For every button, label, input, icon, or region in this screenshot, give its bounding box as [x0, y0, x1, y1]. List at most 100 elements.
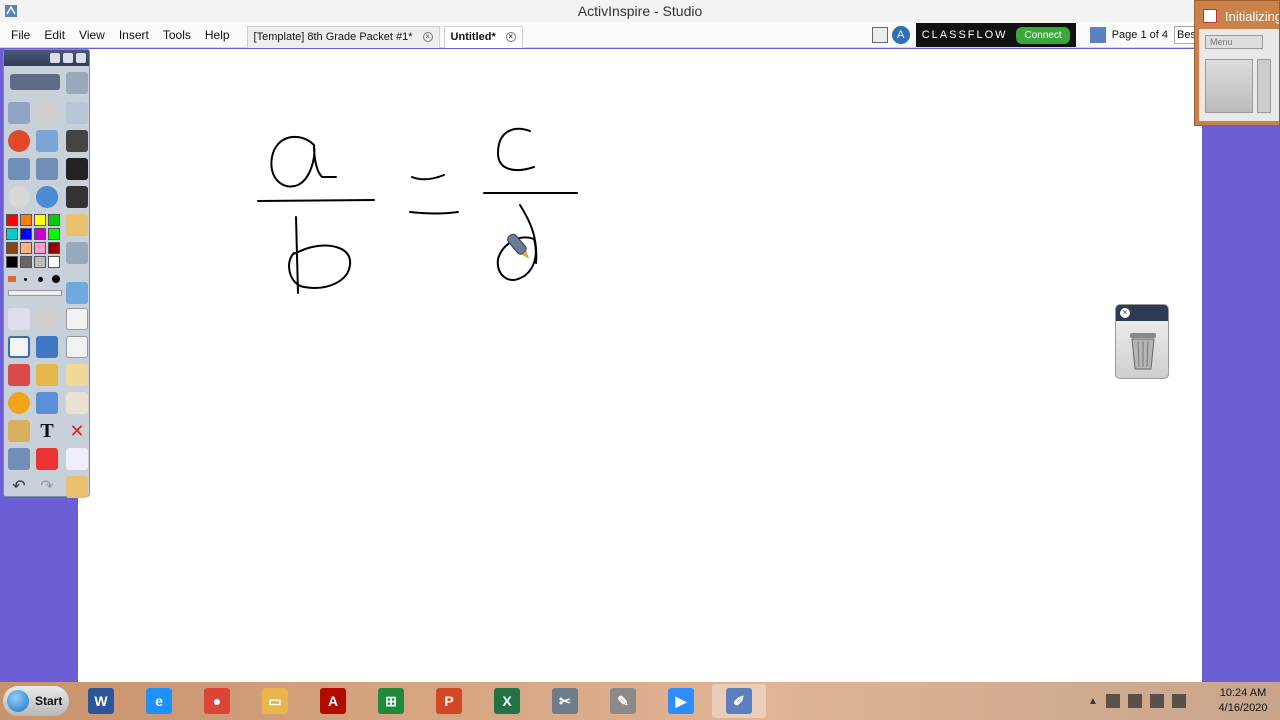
select-icon[interactable]: [8, 308, 30, 330]
taskbar-app-chrome[interactable]: ●: [190, 684, 244, 718]
palette-swatch[interactable]: [6, 242, 18, 254]
eraser-icon[interactable]: [8, 364, 30, 386]
magic-ink-icon[interactable]: [8, 420, 30, 442]
toolbox-menu-icon[interactable]: [50, 53, 60, 63]
taskbar-app-excel[interactable]: X: [480, 684, 534, 718]
pen-settings-icon[interactable]: [66, 72, 88, 94]
panel-menu-dropdown[interactable]: Menu: [1205, 35, 1263, 49]
palette-swatch[interactable]: [34, 242, 46, 254]
blank-page-icon[interactable]: [66, 336, 88, 358]
network-icon[interactable]: [1149, 694, 1164, 708]
highlighter-icon[interactable]: [66, 214, 88, 236]
taskbar-app-paint[interactable]: ✎: [596, 684, 650, 718]
palette-swatch[interactable]: [6, 228, 18, 240]
menu-help[interactable]: Help: [198, 22, 237, 48]
palette-swatch[interactable]: [48, 256, 60, 268]
palette-swatch[interactable]: [20, 228, 32, 240]
palette-swatch[interactable]: [20, 256, 32, 268]
taskbar-app-zoom[interactable]: ▶: [654, 684, 708, 718]
palette-swatch[interactable]: [48, 214, 60, 226]
palette-swatch[interactable]: [48, 242, 60, 254]
pen-width-slider[interactable]: [8, 290, 62, 296]
desktop-annotate-icon[interactable]: [36, 130, 58, 152]
navigation-icon[interactable]: A: [891, 26, 910, 44]
taskbar-app-activinspire[interactable]: ✐: [712, 684, 766, 718]
tab-template[interactable]: [Template] 8th Grade Packet #1* ×: [246, 25, 440, 48]
redo-icon[interactable]: ↷: [36, 476, 58, 498]
browser-icon[interactable]: [36, 102, 58, 124]
toolbox-header[interactable]: [4, 50, 89, 66]
power-icon[interactable]: [1127, 694, 1142, 708]
menu-tools[interactable]: Tools: [156, 22, 198, 48]
share-button[interactable]: [10, 74, 60, 90]
start-button[interactable]: Start: [3, 686, 69, 716]
camera-icon[interactable]: [66, 158, 88, 180]
show-hidden-icons[interactable]: ▲: [1088, 696, 1098, 707]
spotlight-icon[interactable]: [8, 448, 30, 470]
toolbox-minimize-icon[interactable]: [63, 53, 73, 63]
undo-icon[interactable]: ↶: [8, 476, 30, 498]
tab-untitled[interactable]: Untitled* ×: [443, 25, 523, 48]
palette-swatch[interactable]: [20, 242, 32, 254]
page-icon[interactable]: [66, 308, 88, 330]
delete-icon[interactable]: ✕: [66, 420, 88, 442]
connect-button[interactable]: Connect: [1016, 26, 1070, 44]
connector-icon[interactable]: [66, 242, 88, 264]
connector-tool-icon[interactable]: [36, 392, 58, 414]
document-icon[interactable]: [871, 27, 888, 43]
palette-swatch[interactable]: [20, 214, 32, 226]
taskbar-app-acrobat[interactable]: A: [306, 684, 360, 718]
taskbar-app-internet-explorer[interactable]: e: [132, 684, 186, 718]
zoom-icon[interactable]: [66, 448, 88, 470]
recorder-icon[interactable]: [66, 186, 88, 208]
page-browser-icon[interactable]: [1089, 27, 1106, 43]
panel-scrollbar[interactable]: [1257, 59, 1271, 113]
globe-icon[interactable]: [36, 186, 58, 208]
handwriting-recognition-icon[interactable]: [66, 476, 88, 498]
shape-icon[interactable]: [8, 392, 30, 414]
menu-insert[interactable]: Insert: [112, 22, 156, 48]
taskbar-app-store[interactable]: ⊞: [364, 684, 418, 718]
palette-swatch[interactable]: [34, 256, 46, 268]
taskbar-app-powerpoint[interactable]: P: [422, 684, 476, 718]
play-icon[interactable]: [8, 186, 30, 208]
menu-view[interactable]: View: [72, 22, 112, 48]
text-icon[interactable]: T: [36, 420, 58, 442]
restore-icon[interactable]: [36, 448, 58, 470]
marker-icon[interactable]: [66, 130, 88, 152]
next-page-icon[interactable]: [36, 158, 58, 180]
trash-can-widget[interactable]: ×: [1115, 304, 1169, 379]
taskbar-app-word[interactable]: W: [74, 684, 128, 718]
close-icon[interactable]: ×: [505, 32, 516, 42]
close-icon[interactable]: ×: [422, 32, 433, 42]
palette-swatch[interactable]: [48, 228, 60, 240]
note-icon[interactable]: [66, 364, 88, 386]
close-icon[interactable]: ×: [1120, 308, 1130, 318]
clock[interactable]: 10:24 AM 4/16/2020: [1210, 686, 1276, 716]
toolbox-pin-icon[interactable]: [76, 53, 86, 63]
pen-icon[interactable]: [66, 102, 88, 124]
palette-swatch[interactable]: [34, 214, 46, 226]
acrobat-icon: A: [320, 688, 346, 714]
upload-icon[interactable]: [66, 282, 88, 304]
highlighter-tool-icon[interactable]: [36, 336, 58, 358]
menu-file[interactable]: File: [4, 22, 37, 48]
taskbar-app-file-explorer[interactable]: ▭: [248, 684, 302, 718]
reset-icon[interactable]: [8, 130, 30, 152]
volume-icon[interactable]: [1171, 694, 1186, 708]
previous-page-icon[interactable]: [8, 158, 30, 180]
clear-icon[interactable]: [66, 392, 88, 414]
flipchart-canvas[interactable]: [78, 49, 1202, 682]
main-menu-icon[interactable]: [8, 102, 30, 124]
flag-icon[interactable]: [1105, 694, 1120, 708]
page-thumbnail[interactable]: [1205, 59, 1253, 113]
fill-icon[interactable]: [36, 364, 58, 386]
menu-edit[interactable]: Edit: [37, 22, 72, 48]
taskbar-app-snipping[interactable]: ✂: [538, 684, 592, 718]
palette-swatch[interactable]: [34, 228, 46, 240]
pen-tool-icon[interactable]: [8, 336, 30, 358]
palette-swatch[interactable]: [6, 214, 18, 226]
pen-width-dots[interactable]: [8, 274, 64, 284]
tools-icon[interactable]: [36, 308, 58, 330]
palette-swatch[interactable]: [6, 256, 18, 268]
